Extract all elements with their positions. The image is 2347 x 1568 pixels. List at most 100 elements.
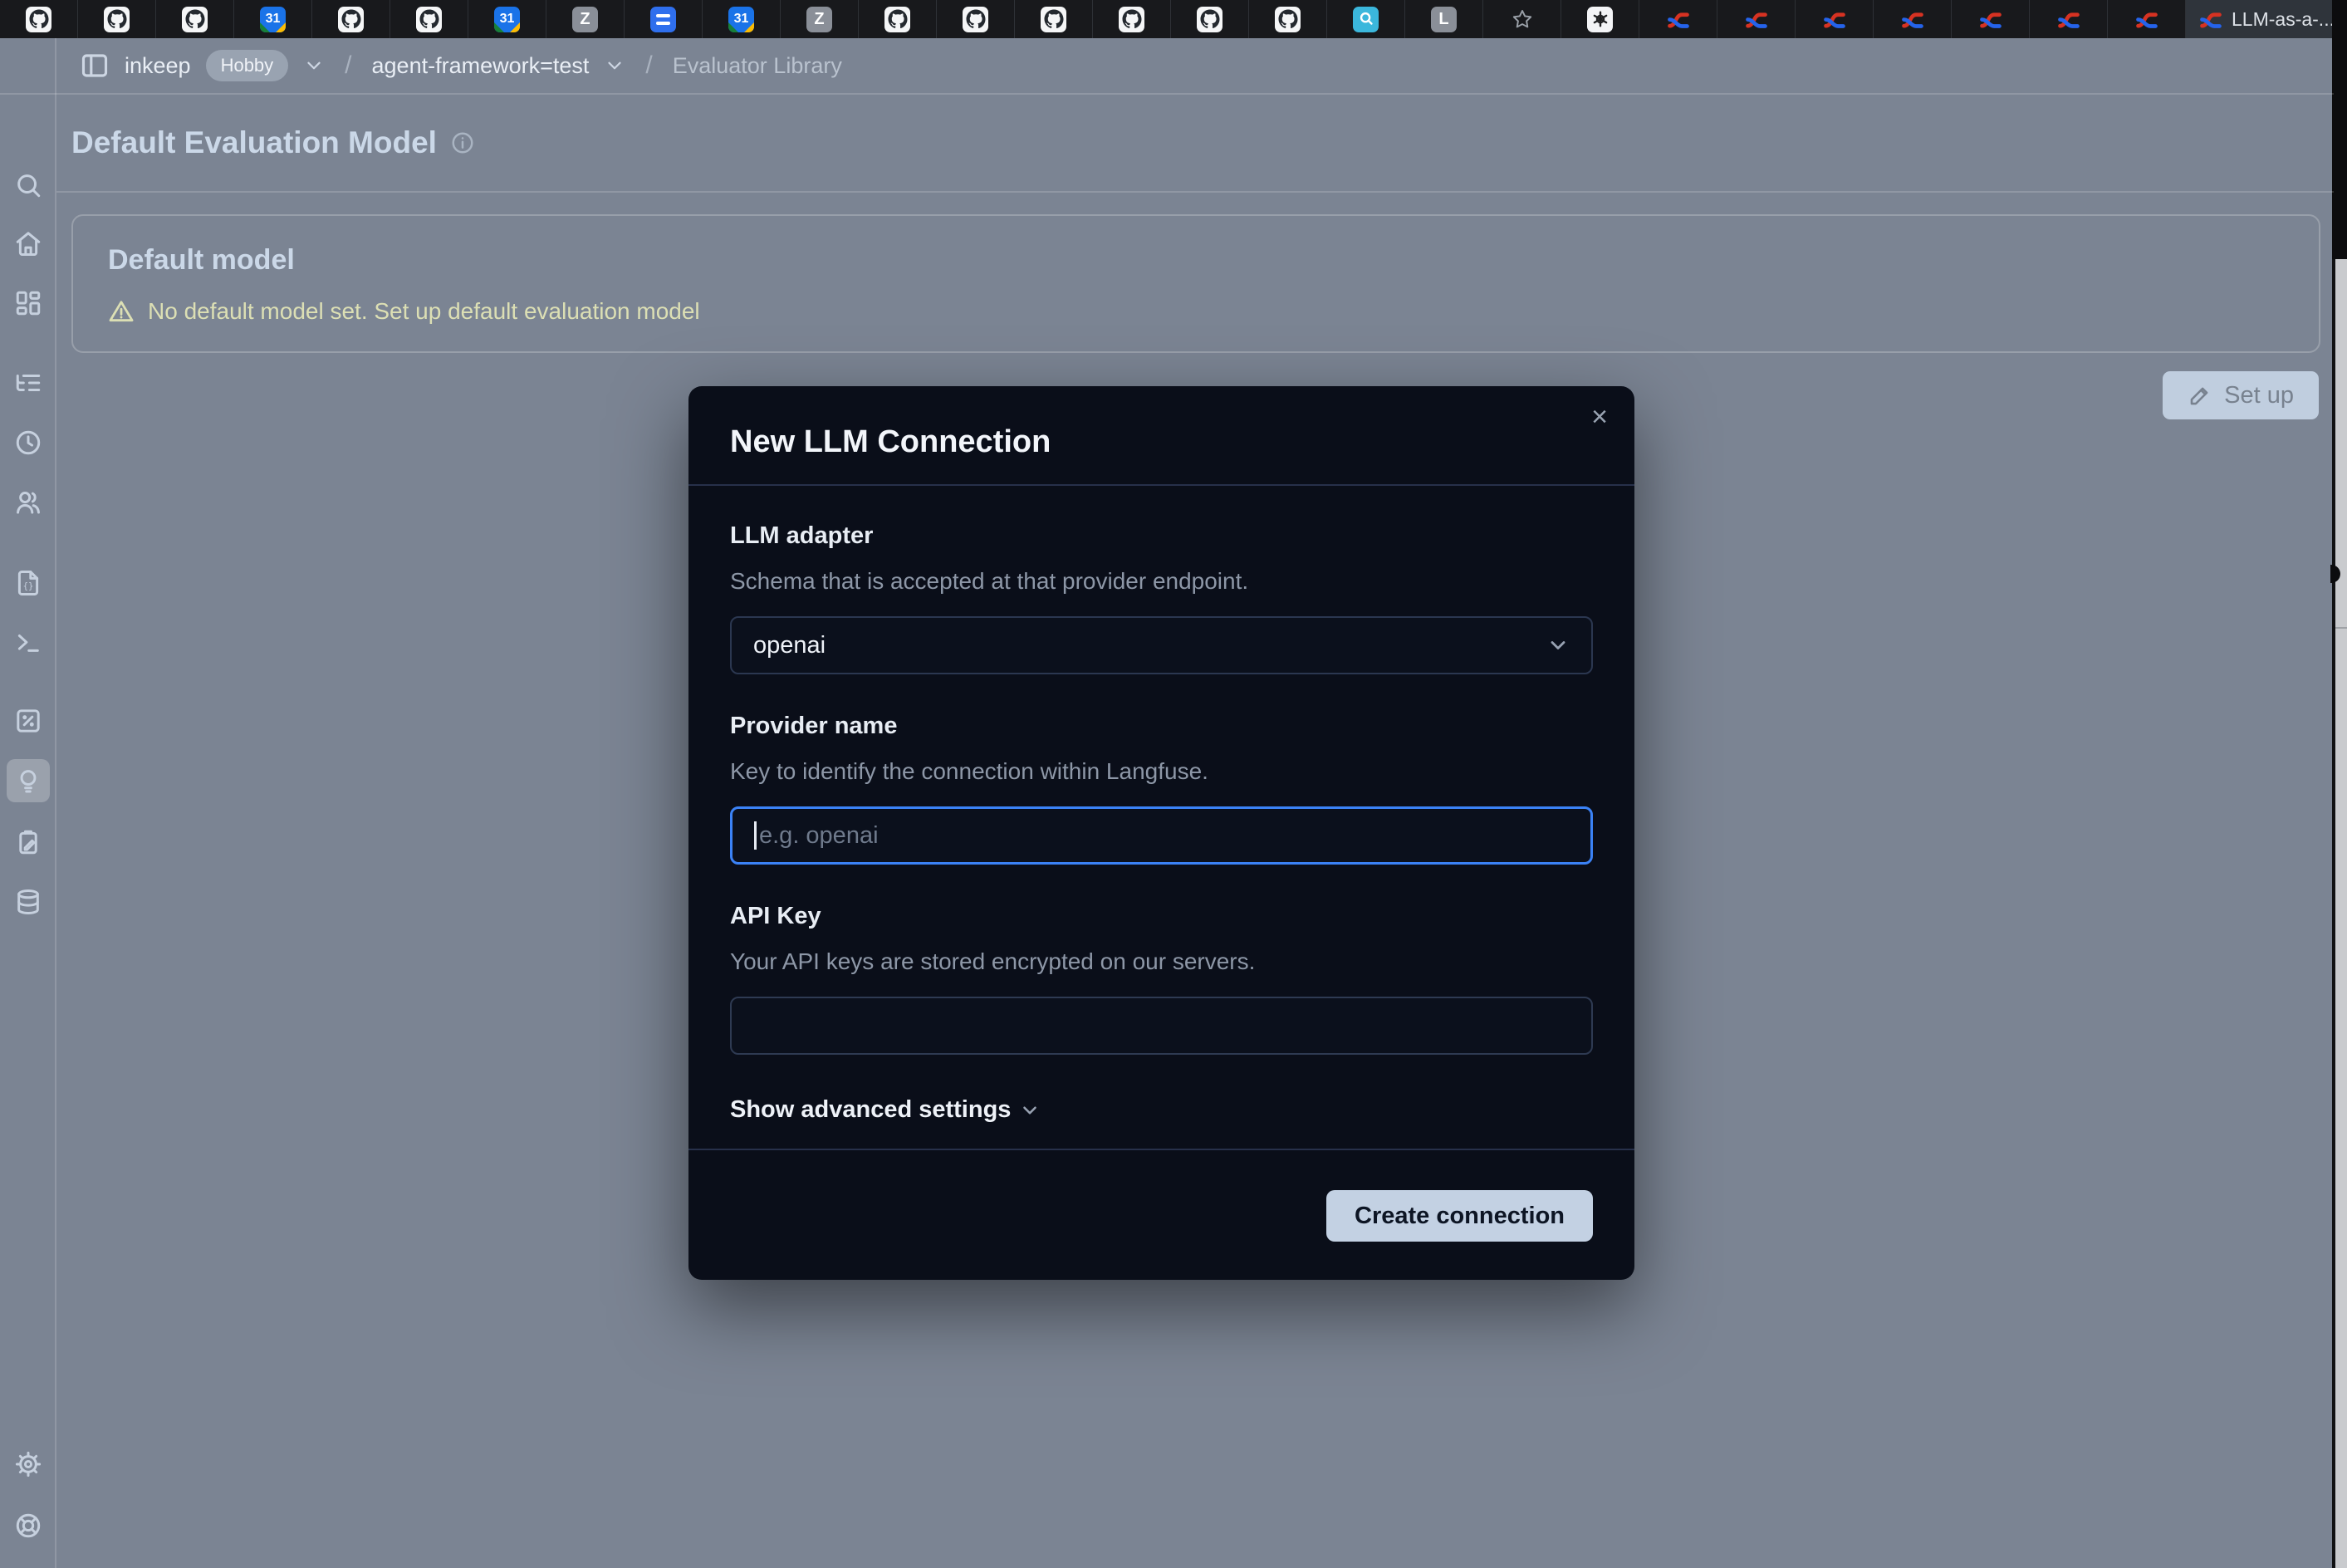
dialog-title: New LLM Connection — [730, 424, 1051, 460]
llm-adapter-section: LLM adapter Schema that is accepted at t… — [730, 522, 1593, 674]
browser-tab[interactable] — [1639, 0, 1717, 38]
chevron-down-icon[interactable] — [604, 55, 625, 76]
browser-tab[interactable] — [1874, 0, 1952, 38]
sidebar-item-dashboards[interactable] — [7, 282, 50, 325]
api-key-input[interactable] — [730, 997, 1593, 1055]
create-connection-button[interactable]: Create connection — [1326, 1190, 1593, 1242]
github-icon — [338, 7, 364, 32]
llm-adapter-description: Schema that is accepted at that provider… — [730, 568, 1593, 595]
browser-tab[interactable] — [1171, 0, 1249, 38]
langfuse-icon — [2055, 7, 2081, 32]
sidebar-item-datasets[interactable] — [7, 880, 50, 924]
browser-tab[interactable] — [1561, 0, 1639, 38]
new-llm-connection-dialog: New LLM Connection × LLM adapter Schema … — [688, 386, 1634, 1280]
sidebar-item-sessions[interactable] — [7, 421, 50, 464]
breadcrumb-org[interactable]: inkeep — [125, 53, 191, 79]
browser-tab[interactable] — [2108, 0, 2186, 38]
browser-tab[interactable] — [1327, 0, 1405, 38]
sidebar-item-playground[interactable] — [7, 621, 50, 664]
card-heading: Default model — [108, 244, 2319, 277]
close-icon[interactable]: × — [1591, 403, 1608, 431]
browser-tab[interactable] — [625, 0, 703, 38]
provider-name-input[interactable]: e.g. openai — [730, 806, 1593, 865]
calendar-icon: 31 — [728, 7, 754, 32]
browser-tab[interactable] — [312, 0, 390, 38]
sidebar-item-users[interactable] — [7, 481, 50, 524]
browser-tab[interactable] — [1249, 0, 1327, 38]
sidebar-item-annotation-queues[interactable] — [7, 821, 50, 864]
prompts-icon: {} — [14, 569, 42, 597]
browser-tab[interactable] — [2030, 0, 2108, 38]
llm-adapter-select[interactable]: openai — [730, 616, 1593, 674]
api-key-label: API Key — [730, 903, 1593, 930]
playground-icon — [14, 629, 42, 657]
page-title-bar: Default Evaluation Model — [56, 95, 2334, 193]
browser-tab[interactable]: 31 — [468, 0, 546, 38]
dialog-header: New LLM Connection × — [688, 386, 1634, 486]
annotation-queues-icon — [14, 828, 42, 856]
set-up-button[interactable]: Set up — [2163, 371, 2319, 419]
users-icon — [14, 488, 42, 517]
breadcrumb-page: Evaluator Library — [673, 53, 842, 79]
browser-tab[interactable] — [1717, 0, 1796, 38]
show-advanced-settings-toggle[interactable]: Show advanced settings — [730, 1096, 1041, 1124]
pencil-icon — [2188, 383, 2212, 408]
browser-tab[interactable] — [1796, 0, 1874, 38]
sidebar-item-evals[interactable] — [7, 699, 50, 742]
sidebar-item-search[interactable] — [7, 164, 50, 207]
api-key-section: API Key Your API keys are stored encrypt… — [730, 903, 1593, 1055]
browser-tab-active[interactable]: LLM-as-a-... — [2186, 0, 2347, 38]
browser-tab[interactable] — [156, 0, 234, 38]
browser-tab[interactable] — [1483, 0, 1561, 38]
browser-tab[interactable]: L — [1405, 0, 1483, 38]
provider-name-label: Provider name — [730, 713, 1593, 740]
llm-adapter-label: LLM adapter — [730, 522, 1593, 550]
calendar-icon: 31 — [494, 7, 520, 32]
sidebar-item-settings[interactable] — [7, 1443, 50, 1486]
browser-tab[interactable]: Z — [546, 0, 625, 38]
dialog-footer: Create connection — [688, 1149, 1634, 1280]
breadcrumb-separator: / — [640, 51, 657, 80]
info-icon[interactable] — [450, 130, 475, 155]
sidebar-item-tracing[interactable] — [7, 361, 50, 404]
provider-name-placeholder: e.g. openai — [759, 822, 879, 850]
text-cursor — [754, 821, 757, 850]
github-icon — [416, 7, 442, 32]
browser-tab[interactable] — [0, 0, 78, 38]
github-icon — [884, 7, 910, 32]
browser-tab[interactable] — [937, 0, 1015, 38]
browser-tab[interactable]: 31 — [234, 0, 312, 38]
chevron-down-icon[interactable] — [303, 55, 325, 76]
l-app-icon: L — [1431, 7, 1457, 32]
langfuse-icon — [2134, 7, 2159, 32]
sidebar-toggle-icon[interactable] — [80, 51, 110, 81]
sidebar-item-prompts[interactable]: {} — [7, 561, 50, 605]
tab-title: LLM-as-a-... — [2232, 8, 2335, 31]
docs-icon — [650, 7, 676, 32]
evals-icon — [14, 707, 42, 735]
search-icon — [14, 171, 42, 199]
browser-tab[interactable] — [78, 0, 156, 38]
browser-tab[interactable] — [1952, 0, 2030, 38]
browser-tab[interactable] — [1093, 0, 1171, 38]
sidebar-item-evaluator-library[interactable] — [7, 759, 50, 802]
sidebar-item-support[interactable] — [7, 1504, 50, 1547]
browser-tab[interactable] — [859, 0, 937, 38]
github-icon — [182, 7, 208, 32]
sidebar-item-home[interactable] — [7, 222, 50, 265]
breadcrumb-project[interactable]: agent-framework=test — [372, 53, 590, 79]
llm-adapter-value: openai — [753, 632, 826, 659]
github-icon — [1119, 7, 1144, 32]
calendar-icon: 31 — [260, 7, 286, 32]
breadcrumb: inkeep Hobby / agent-framework=test / Ev… — [0, 38, 2334, 95]
chevron-down-icon — [1546, 634, 1570, 657]
browser-tab[interactable] — [1015, 0, 1093, 38]
browser-tab[interactable] — [390, 0, 468, 38]
langfuse-icon — [1977, 7, 2003, 32]
provider-name-section: Provider name Key to identify the connec… — [730, 713, 1593, 865]
chat-search-icon — [1353, 7, 1379, 32]
provider-name-description: Key to identify the connection within La… — [730, 758, 1593, 785]
browser-tab[interactable]: Z — [781, 0, 859, 38]
browser-tab[interactable]: 31 — [703, 0, 781, 38]
background-window-edge-light — [2332, 259, 2347, 1568]
